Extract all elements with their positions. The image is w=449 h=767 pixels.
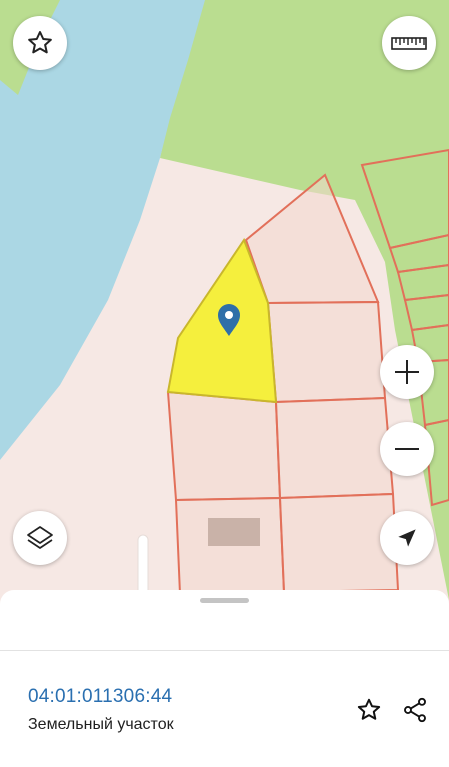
star-outline-icon — [357, 698, 381, 720]
plus-icon — [395, 360, 419, 384]
minus-icon — [395, 448, 419, 450]
layers-icon — [27, 526, 53, 549]
zoom-out-button[interactable] — [380, 422, 434, 476]
ruler-icon — [391, 37, 427, 50]
bottom-sheet[interactable] — [0, 590, 449, 650]
star-icon — [28, 31, 52, 54]
sheet-drag-handle[interactable] — [200, 598, 249, 603]
cadastral-number[interactable]: 04:01:011306:44 — [28, 686, 172, 708]
my-location-button[interactable] — [380, 511, 434, 565]
parcel-type-label: Земельный участок — [28, 716, 174, 733]
layers-button[interactable] — [13, 511, 67, 565]
share-icon — [404, 697, 426, 723]
road-segment — [137, 534, 149, 596]
share-button[interactable] — [398, 693, 432, 727]
navigation-arrow-icon — [398, 529, 416, 547]
map-screen: 04:01:011306:44 Земельный участок — [0, 0, 449, 767]
ruler-button[interactable] — [382, 16, 436, 70]
parcel-info-panel: 04:01:011306:44 Земельный участок — [0, 651, 449, 767]
building — [208, 518, 260, 546]
favorite-button[interactable] — [13, 16, 67, 70]
zoom-in-button[interactable] — [380, 345, 434, 399]
add-favorite-button[interactable] — [352, 693, 386, 727]
